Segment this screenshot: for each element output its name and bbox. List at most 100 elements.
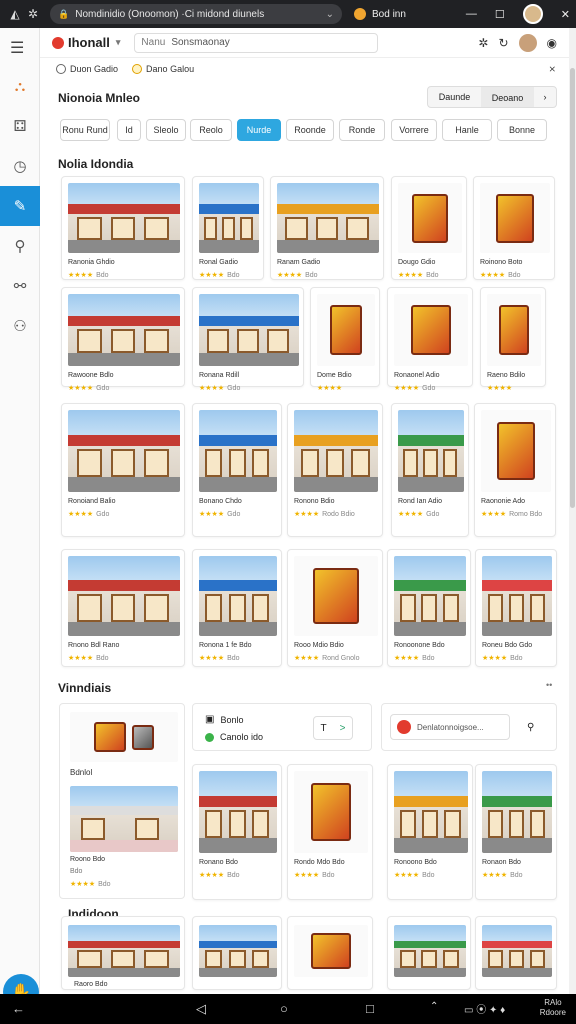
product-card[interactable]: Ronaonel Adio ★★★★ Gdo [387, 287, 473, 392]
search-input[interactable] [171, 37, 352, 48]
card-rating: ★★★★ Bdo [199, 872, 240, 879]
info-item-1[interactable]: ▣ Bonlo [205, 714, 243, 725]
product-card[interactable]: Raononie Ado ★★★★ Romo Bdo [474, 403, 556, 537]
apps-icon[interactable]: ◭ [6, 7, 24, 21]
search-icon[interactable]: ⚲ [527, 722, 534, 733]
filter-pill[interactable]: Id [117, 119, 141, 141]
pager[interactable]: T > [313, 716, 353, 740]
sidebar-item-library[interactable]: ⚃ [0, 106, 40, 146]
refresh-icon[interactable]: ↻ [498, 36, 508, 50]
filter-pill[interactable]: Reolo [190, 119, 232, 141]
sidebar-item-apps[interactable]: ⛬ [0, 66, 40, 106]
product-card[interactable]: Roinono Boto ★★★★ Bdo [473, 176, 555, 280]
minimize-icon[interactable]: — [466, 8, 477, 20]
sidebar-item-profile[interactable]: ⚇ [0, 306, 40, 346]
sort-option-2[interactable]: Deoano [481, 87, 534, 107]
filter-pill[interactable]: Vorrere [391, 119, 437, 141]
account-icon[interactable]: ◉ [547, 36, 557, 50]
link-icon: ⚯ [13, 278, 27, 295]
store-search[interactable]: Denlatonnoigsoe... [390, 714, 510, 740]
product-card[interactable]: Dougo Gdio ★★★★ Bdo [391, 176, 467, 280]
product-card[interactable]: Ronoono Bdo ★★★★ Bdo [387, 764, 473, 900]
product-card[interactable]: Raeno Bdilo ★★★★ [480, 287, 546, 392]
product-card[interactable]: Ronal Gadio ★★★★ Bdo [192, 176, 264, 280]
product-card[interactable]: Rond Ian Adio ★★★★ Gdo [391, 403, 469, 537]
characters-image [70, 712, 178, 762]
chip-2[interactable]: Dano Galou [132, 64, 194, 74]
chevron-down-icon[interactable]: ⌄ [326, 9, 334, 20]
card-rating: ★★★★ Bdo [68, 655, 109, 662]
search-box[interactable]: Nanu [134, 32, 379, 53]
filter-pill[interactable]: Bonne [497, 119, 547, 141]
sidebar-item-search[interactable]: ⚲ [0, 226, 40, 266]
maximize-icon[interactable]: ☐ [495, 8, 505, 21]
card-title: Ronaonel Adio [394, 372, 440, 379]
filter-pill[interactable]: Ronde [339, 119, 385, 141]
card-rating: ★★★★ Gdo [398, 511, 440, 518]
product-card[interactable] [192, 916, 282, 990]
filter-pill[interactable]: Ronu Rund [60, 119, 110, 141]
card-title: Dome Bdio [317, 372, 352, 379]
featured-panel[interactable]: Bdnlol Roono Bdo Bdo ★★★★ Bdo [59, 703, 185, 899]
product-card[interactable]: Rooo Mdio Bdio ★★★★ Rond Gnolo [287, 549, 383, 667]
settings-icon[interactable]: ✲ [24, 7, 42, 21]
rating-text: Gdo [96, 511, 110, 518]
pager-next[interactable]: > [340, 723, 346, 734]
sidebar-item-history[interactable]: ◷ [0, 146, 40, 186]
product-card[interactable] [287, 916, 373, 990]
filter-pill[interactable]: Hanle [442, 119, 492, 141]
sidebar-item-links[interactable]: ⚯ [0, 266, 40, 306]
product-card[interactable]: Ronaon Bdo ★★★★ Bdo [475, 764, 557, 900]
close-icon[interactable]: ⨯ [548, 64, 556, 75]
scrollbar-thumb[interactable] [570, 68, 575, 508]
product-card[interactable]: Raoro Bdo [61, 916, 185, 990]
home-icon[interactable]: ○ [280, 1001, 288, 1016]
card-title: Ronoiand Balio [68, 498, 116, 505]
back-triangle-icon[interactable]: ◁ [196, 1001, 206, 1017]
product-card[interactable]: Ranam Gadio ★★★★ Bdo [270, 176, 384, 280]
product-card[interactable]: Rondo Mdo Bdo ★★★★ Bdo [287, 764, 373, 900]
chevron-up-icon[interactable]: ⌃ [430, 1001, 438, 1012]
close-icon[interactable]: ✕ [561, 8, 570, 21]
product-card[interactable]: Bonano Chdo ★★★★ Gdo [192, 403, 282, 537]
product-card[interactable]: Ronoiand Balio ★★★★ Gdo [61, 403, 185, 537]
sort-option-1[interactable]: Daunde [428, 92, 481, 102]
profile-avatar[interactable] [522, 4, 543, 24]
info-item-2[interactable]: Canolo ido [205, 732, 263, 742]
recents-icon[interactable]: □ [366, 1001, 374, 1016]
chevron-right-icon[interactable]: › [534, 92, 556, 102]
product-card[interactable] [387, 916, 471, 990]
more-icon[interactable]: •• [546, 680, 552, 690]
product-card[interactable]: Rnono Bdl Rano ★★★★ Bdo [61, 549, 185, 667]
settings-icon[interactable]: ✲ [478, 36, 488, 50]
back-arrow-icon[interactable]: ← [12, 1001, 25, 1016]
product-card[interactable]: Ranonia Ghdio ★★★★ Bdo [61, 176, 185, 280]
product-card[interactable]: Ronoonone Bdo ★★★★ Bdo [387, 549, 471, 667]
address-bar[interactable]: 🔒 Nomdinidio (Onoomon) ·Ci midond diunel… [50, 4, 342, 24]
rating-text: Gdo [96, 385, 110, 392]
product-card[interactable]: Ronano Bdo ★★★★ Bdo [192, 764, 282, 900]
scrollbar[interactable] [569, 28, 576, 994]
filter-pill[interactable]: Sleolo [146, 119, 186, 141]
app-logo[interactable]: Ihonall ▾ [52, 35, 120, 50]
pager-prev[interactable]: T [321, 723, 327, 734]
card-title: Ronona 1 fe Bdo [199, 642, 252, 649]
logo-icon [52, 36, 64, 49]
chip-1[interactable]: Duon Gadio [56, 64, 118, 74]
user-avatar[interactable] [518, 33, 537, 52]
product-card[interactable]: Ronono Bdio ★★★★ Rodo Bdio [287, 403, 383, 537]
product-card[interactable]: Ronana Rdill ★★★★ Gdo [192, 287, 304, 392]
product-card[interactable]: Roneu Bdo Gdo ★★★★ Bdo [475, 549, 557, 667]
product-card[interactable]: Rawoone Bdlo ★★★★ Gdo [61, 287, 185, 392]
shapes-icon: ⛬ [14, 77, 26, 95]
card-title: Rond Ian Adio [398, 498, 442, 505]
browser-tab[interactable]: Bod inn [354, 8, 406, 20]
sort-toggle[interactable]: Daunde Deoano › [427, 86, 557, 108]
sidebar-item-discover[interactable]: ✎ [0, 186, 40, 226]
product-card[interactable] [475, 916, 557, 990]
hamburger-menu-icon[interactable]: ☰ [10, 38, 24, 58]
product-card[interactable]: Dome Bdio ★★★★ [310, 287, 380, 392]
product-card[interactable]: Ronona 1 fe Bdo ★★★★ Bdo [192, 549, 282, 667]
filter-pill-active[interactable]: Nurde [237, 119, 281, 141]
filter-pill[interactable]: Roonde [286, 119, 334, 141]
